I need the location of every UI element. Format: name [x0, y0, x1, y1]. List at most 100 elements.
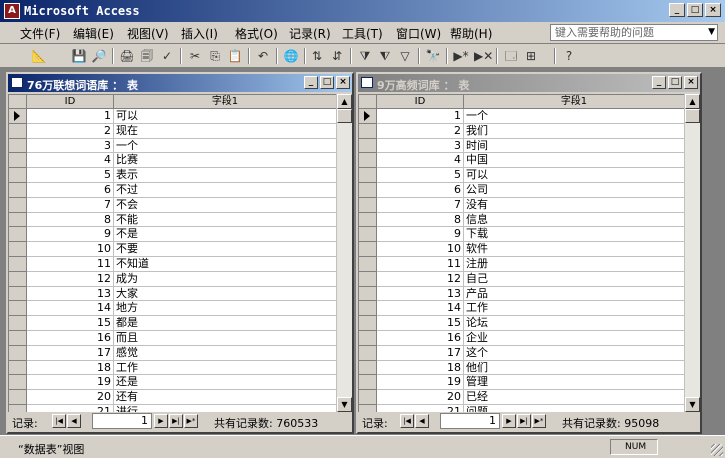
paste-icon[interactable]: 📋: [226, 47, 244, 65]
cell-id[interactable]: 6: [377, 182, 464, 198]
record-selector[interactable]: [359, 390, 377, 405]
record-selector[interactable]: [359, 182, 377, 198]
record-selector[interactable]: [9, 182, 27, 198]
record-selector[interactable]: [9, 345, 27, 361]
cell-field1[interactable]: 我们: [464, 123, 685, 139]
cell-id[interactable]: 18: [377, 360, 464, 376]
menu-edit[interactable]: 编辑(E): [73, 25, 114, 42]
cell-id[interactable]: 12: [377, 271, 464, 287]
save-icon[interactable]: 💾: [70, 47, 88, 65]
print-preview-icon[interactable]: 🗐: [138, 47, 156, 65]
table-row[interactable]: 15 都是: [9, 316, 337, 331]
cell-id[interactable]: 19: [27, 375, 114, 391]
scroll-thumb[interactable]: [685, 109, 700, 123]
cell-id[interactable]: 11: [377, 256, 464, 272]
previous-record-button[interactable]: ◀: [415, 414, 429, 428]
cell-field1[interactable]: 感觉: [114, 345, 337, 361]
table-row[interactable]: 16 企业: [359, 330, 685, 346]
cell-id[interactable]: 8: [377, 212, 464, 228]
record-selector[interactable]: [9, 153, 27, 169]
datasheet-grid[interactable]: ID 字段1 1 一个 2 我们 3 时间 4 中国 5 可以 6 公司 7 没有 8 信息 9 下载 10 软件 11…: [358, 94, 685, 413]
cell-id[interactable]: 15: [27, 316, 114, 331]
record-selector[interactable]: [9, 330, 27, 346]
maximize-button[interactable]: □: [320, 76, 334, 89]
table-row[interactable]: 8 信息: [359, 212, 685, 228]
select-all-corner[interactable]: [9, 95, 27, 109]
record-selector[interactable]: [9, 242, 27, 257]
scroll-up-icon[interactable]: ▲: [337, 94, 352, 109]
table-row[interactable]: 13 大家: [9, 286, 337, 302]
cell-field1[interactable]: 现在: [114, 123, 337, 139]
table-row[interactable]: 4 比赛: [9, 153, 337, 169]
cell-field1[interactable]: 还是: [114, 375, 337, 391]
record-selector[interactable]: [9, 227, 27, 243]
cell-field1[interactable]: 中国: [464, 153, 685, 169]
window-title-bar[interactable]: 76万联想词语库 ： 表 _ □ ×: [8, 74, 352, 92]
cell-field1[interactable]: 成为: [114, 271, 337, 287]
table-row[interactable]: 10 软件: [359, 242, 685, 257]
table-row[interactable]: 18 工作: [9, 360, 337, 376]
column-header-field1[interactable]: 字段1: [114, 95, 337, 109]
cell-id[interactable]: 8: [27, 212, 114, 228]
record-selector[interactable]: [359, 138, 377, 154]
cell-id[interactable]: 18: [27, 360, 114, 376]
menu-view[interactable]: 视图(V): [127, 25, 169, 42]
cell-id[interactable]: 2: [377, 123, 464, 139]
menu-insert[interactable]: 插入(I): [181, 25, 218, 42]
cell-id[interactable]: 10: [27, 242, 114, 257]
cell-id[interactable]: 16: [377, 330, 464, 346]
select-all-corner[interactable]: [359, 95, 377, 109]
cell-id[interactable]: 6: [27, 182, 114, 198]
cell-field1[interactable]: 论坛: [464, 316, 685, 331]
cell-id[interactable]: 4: [27, 153, 114, 169]
cell-id[interactable]: 1: [27, 109, 114, 124]
cell-field1[interactable]: 这个: [464, 345, 685, 361]
cell-field1[interactable]: 没有: [464, 197, 685, 213]
cell-field1[interactable]: 大家: [114, 286, 337, 302]
record-selector[interactable]: [359, 345, 377, 361]
cell-id[interactable]: 13: [377, 286, 464, 302]
apply-filter-icon[interactable]: ▽: [396, 47, 414, 65]
cell-field1[interactable]: 一个: [464, 109, 685, 124]
cell-id[interactable]: 7: [377, 197, 464, 213]
cell-field1[interactable]: 自己: [464, 271, 685, 287]
table-row[interactable]: 7 不会: [9, 197, 337, 213]
record-selector[interactable]: [359, 316, 377, 331]
record-selector[interactable]: [359, 330, 377, 346]
sort-descending-icon[interactable]: ⇵: [328, 47, 346, 65]
record-selector[interactable]: [359, 212, 377, 228]
record-selector[interactable]: [9, 138, 27, 154]
help-question-box[interactable]: 键入需要帮助的问题 ▼: [550, 24, 718, 41]
table-row[interactable]: 5 可以: [359, 168, 685, 183]
table-row[interactable]: 12 自己: [359, 271, 685, 287]
maximize-button[interactable]: □: [687, 3, 703, 17]
current-record-selector[interactable]: [9, 109, 27, 124]
table-row[interactable]: 2 我们: [359, 123, 685, 139]
cell-field1[interactable]: 表示: [114, 168, 337, 183]
cell-id[interactable]: 14: [27, 301, 114, 317]
close-button[interactable]: ×: [705, 3, 721, 17]
cell-field1[interactable]: 一个: [114, 138, 337, 154]
table-row[interactable]: 19 还是: [9, 375, 337, 391]
cell-field1[interactable]: 不是: [114, 227, 337, 243]
cell-field1[interactable]: 工作: [114, 360, 337, 376]
menu-window[interactable]: 窗口(W): [396, 25, 441, 42]
cell-field1[interactable]: 不会: [114, 197, 337, 213]
cell-field1[interactable]: 信息: [464, 212, 685, 228]
table-row[interactable]: 17 感觉: [9, 345, 337, 361]
print-icon[interactable]: 🖨: [118, 47, 136, 65]
record-selector[interactable]: [359, 242, 377, 257]
cell-field1[interactable]: 公司: [464, 182, 685, 198]
table-row[interactable]: 6 不过: [9, 182, 337, 198]
table-row[interactable]: 6 公司: [359, 182, 685, 198]
spelling-icon[interactable]: ✓: [158, 47, 176, 65]
table-row[interactable]: 8 不能: [9, 212, 337, 228]
table-row[interactable]: 20 已经: [359, 390, 685, 405]
record-selector[interactable]: [9, 390, 27, 405]
cell-id[interactable]: 4: [377, 153, 464, 169]
column-header-field1[interactable]: 字段1: [464, 95, 685, 109]
cell-field1[interactable]: 企业: [464, 330, 685, 346]
cell-field1[interactable]: 他们: [464, 360, 685, 376]
cell-id[interactable]: 15: [377, 316, 464, 331]
table-row[interactable]: 12 成为: [9, 271, 337, 287]
